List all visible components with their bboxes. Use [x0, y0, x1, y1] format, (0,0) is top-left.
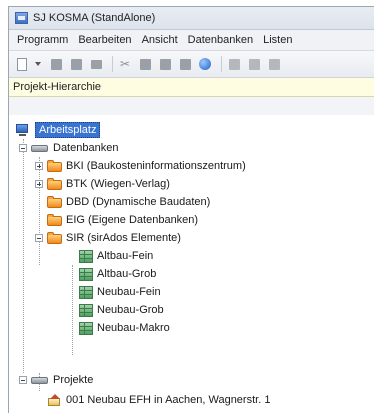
- tree-node-label: DBD (Dynamische Baudaten): [66, 196, 211, 208]
- tree-node-label: Arbeitsplatz: [35, 122, 101, 138]
- project-icon: [47, 393, 62, 407]
- expand-icon[interactable]: [35, 162, 43, 170]
- menu-programm[interactable]: Programm: [12, 34, 73, 46]
- toolbar-button-icon[interactable]: [246, 56, 262, 72]
- table-icon: [79, 303, 93, 317]
- tree-node-label: EIG (Eigene Datenbanken): [66, 214, 199, 226]
- tree-node-databases[interactable]: Datenbanken: [19, 139, 118, 157]
- tree-node-catalog[interactable]: Altbau-Grob: [79, 265, 156, 283]
- tree-node-catalog[interactable]: Neubau-Fein: [79, 283, 161, 301]
- tree-node-catalog[interactable]: Neubau-Grob: [79, 301, 164, 319]
- toolbar-button-icon[interactable]: [266, 56, 282, 72]
- tree-node-database[interactable]: EIG (Eigene Datenbanken): [35, 211, 198, 229]
- tree-node-label: Altbau-Fein: [97, 250, 154, 262]
- paste-icon[interactable]: [157, 56, 173, 72]
- dropdown-arrow-icon[interactable]: [34, 56, 42, 72]
- tree-connector: [72, 265, 73, 355]
- tree-node-label: Datenbanken: [53, 142, 119, 154]
- tree-node-projects[interactable]: Projekte: [19, 371, 93, 389]
- tree-node-catalog[interactable]: Altbau-Fein: [79, 247, 153, 265]
- drive-icon: [31, 143, 49, 153]
- tree-node-label: 001 Neubau EFH in Aachen, Wagnerstr. 1: [66, 394, 271, 406]
- app-icon: [15, 12, 28, 24]
- menu-bar: Programm Bearbeiten Ansicht Datenbanken …: [9, 30, 374, 51]
- tree-node-label: Neubau-Fein: [97, 286, 161, 298]
- print-icon[interactable]: [88, 56, 104, 72]
- expand-icon[interactable]: [35, 180, 43, 188]
- table-icon: [79, 249, 93, 263]
- tree-node-label: Altbau-Grob: [97, 268, 157, 280]
- tree-node-database[interactable]: DBD (Dynamische Baudaten): [35, 193, 210, 211]
- tree-node-label: Projekte: [53, 374, 94, 386]
- toolbar-button-icon[interactable]: [177, 56, 193, 72]
- drive-icon: [31, 375, 49, 385]
- new-document-icon[interactable]: [14, 56, 30, 72]
- collapse-icon[interactable]: [19, 376, 27, 384]
- panel-header: Projekt-Hierarchie: [9, 78, 374, 97]
- tree-node-root[interactable]: Arbeitsplatz: [15, 121, 101, 139]
- toolbar-button-icon[interactable]: [48, 56, 64, 72]
- toolbar-separator: [221, 56, 222, 72]
- menu-ansicht[interactable]: Ansicht: [137, 34, 183, 46]
- globe-icon[interactable]: [197, 56, 213, 72]
- project-tree: Arbeitsplatz Datenbanken BKI (Baukosteni…: [9, 115, 374, 413]
- table-icon: [79, 321, 93, 335]
- menu-datenbanken[interactable]: Datenbanken: [183, 34, 258, 46]
- app-window: SJ KOSMA (StandAlone) Programm Bearbeite…: [8, 6, 374, 413]
- tree-node-label: SIR (sirAdos Elemente): [66, 232, 181, 244]
- title-bar[interactable]: SJ KOSMA (StandAlone): [9, 7, 374, 30]
- tree-node-label: BTK (Wiegen-Verlag): [66, 178, 170, 190]
- toolbar: ✂: [9, 51, 374, 78]
- database-icon: [47, 195, 62, 209]
- collapse-icon[interactable]: [19, 144, 27, 152]
- table-icon: [79, 267, 93, 281]
- copy-icon[interactable]: [137, 56, 153, 72]
- toolbar-separator: [112, 56, 113, 72]
- tree-connector: [23, 139, 24, 373]
- toolbar-button-icon[interactable]: [226, 56, 242, 72]
- database-icon: [47, 159, 62, 173]
- cut-icon[interactable]: ✂: [117, 56, 133, 72]
- tree-node-label: Neubau-Makro: [97, 322, 170, 334]
- database-icon: [47, 231, 62, 245]
- tree-node-database[interactable]: BKI (Baukosteninformationszentrum): [35, 157, 246, 175]
- collapse-icon[interactable]: [35, 234, 43, 242]
- menu-bearbeiten[interactable]: Bearbeiten: [73, 34, 136, 46]
- tree-node-label: Neubau-Grob: [97, 304, 164, 316]
- toolbar-button-icon[interactable]: [68, 56, 84, 72]
- database-icon: [47, 177, 62, 191]
- table-icon: [79, 285, 93, 299]
- tree-node-project[interactable]: 001 Neubau EFH in Aachen, Wagnerstr. 1: [47, 391, 270, 409]
- workplace-icon: [15, 123, 31, 137]
- tree-node-catalog[interactable]: Neubau-Makro: [79, 319, 170, 337]
- database-icon: [47, 213, 62, 227]
- tree-node-label: BKI (Baukosteninformationszentrum): [66, 160, 246, 172]
- tree-node-database[interactable]: SIR (sirAdos Elemente): [35, 229, 181, 247]
- window-title: SJ KOSMA (StandAlone): [33, 12, 156, 24]
- tree-node-database[interactable]: BTK (Wiegen-Verlag): [35, 175, 170, 193]
- menu-listen[interactable]: Listen: [258, 34, 297, 46]
